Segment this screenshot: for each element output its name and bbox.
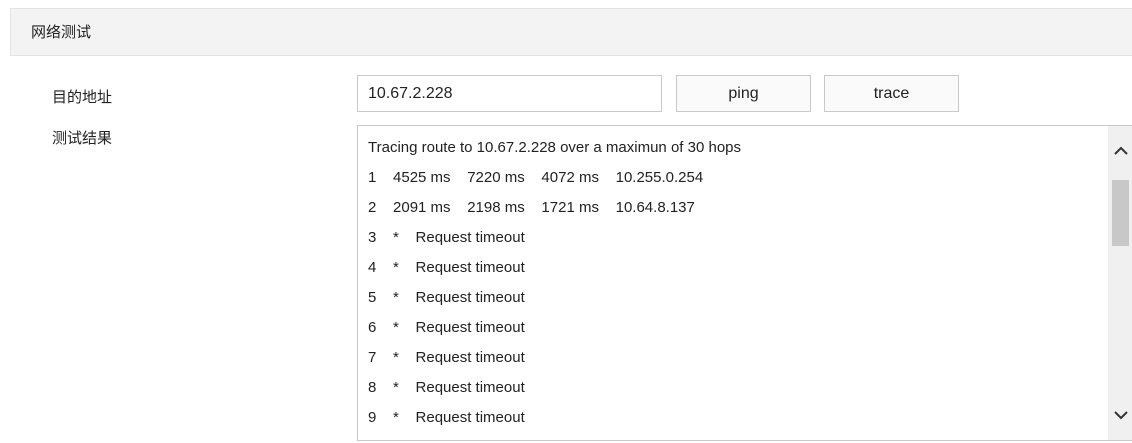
- result-lines: Tracing route to 10.67.2.228 over a maxi…: [368, 136, 1103, 436]
- result-line: 5 * Request timeout: [368, 289, 525, 306]
- test-result-output[interactable]: Tracing route to 10.67.2.228 over a maxi…: [357, 125, 1132, 441]
- result-line: 7 * Request timeout: [368, 349, 525, 366]
- scroll-up-button[interactable]: [1108, 136, 1132, 166]
- trace-button[interactable]: trace: [824, 75, 959, 112]
- result-line: 6 * Request timeout: [368, 319, 525, 336]
- vertical-scrollbar[interactable]: [1108, 126, 1132, 440]
- result-line: 4 * Request timeout: [368, 259, 525, 276]
- result-line: Tracing route to 10.67.2.228 over a maxi…: [368, 139, 742, 156]
- scroll-down-button[interactable]: [1108, 400, 1132, 430]
- result-line: 1 4525 ms 7220 ms 4072 ms 10.255.0.254: [368, 169, 704, 186]
- network-test-page: 网络测试 目的地址 ping trace 测试结果 Tracing route …: [0, 0, 1132, 443]
- result-line: 8 * Request timeout: [368, 379, 525, 396]
- result-line: 9 * Request timeout: [368, 409, 525, 426]
- result-line: 2 2091 ms 2198 ms 1721 ms 10.64.8.137: [368, 199, 695, 216]
- target-address-label: 目的地址: [52, 88, 113, 106]
- target-address-input[interactable]: [357, 75, 662, 112]
- chevron-down-icon: [1113, 411, 1128, 420]
- chevron-up-icon: [1113, 146, 1128, 155]
- test-result-label: 测试结果: [52, 129, 113, 147]
- result-line: 3 * Request timeout: [368, 229, 525, 246]
- scrollbar-thumb[interactable]: [1112, 180, 1129, 246]
- section-title: 网络测试: [10, 8, 1132, 56]
- ping-button[interactable]: ping: [676, 75, 811, 112]
